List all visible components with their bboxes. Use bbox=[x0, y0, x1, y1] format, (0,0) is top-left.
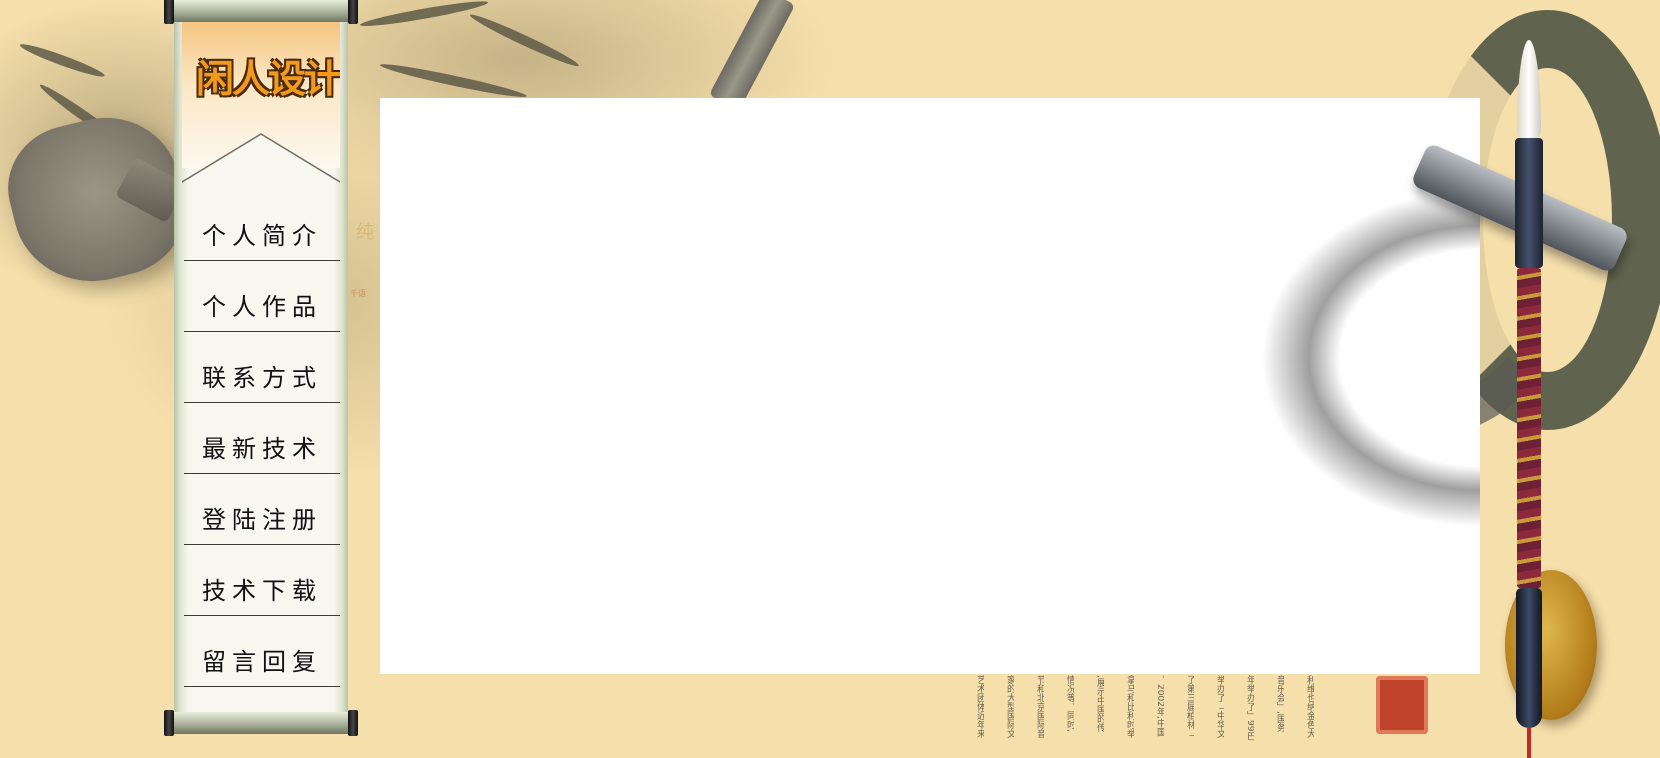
scroll-rod-top bbox=[164, 0, 358, 24]
main-content-area bbox=[380, 98, 1480, 674]
vertical-text-column: 举办了「中华文 bbox=[1215, 675, 1224, 738]
rod-cap bbox=[348, 0, 358, 24]
vertical-text-column: 家的大型国际文 bbox=[1005, 675, 1014, 738]
nav-item-label: 登陆注册 bbox=[202, 506, 322, 534]
vertical-text-column: 情况等。同时, bbox=[1065, 675, 1074, 732]
vertical-text-column: 。2002年,中国 bbox=[1155, 675, 1164, 737]
vertical-text-column: 艺术团体近年来 bbox=[975, 675, 984, 738]
vertical-text-column: 拿马和比利时举 bbox=[1125, 675, 1134, 738]
nav-item-label: 个人简介 bbox=[202, 222, 322, 250]
nav-item-downloads[interactable]: 技术下载 bbox=[184, 545, 340, 616]
nav-item-label: 最新技术 bbox=[202, 435, 322, 463]
scroll-rod-bottom bbox=[164, 710, 358, 736]
scroll-sidebar: 闲人设计 个人简介 个人作品 联系方式 最新技术 登陆注册 技术下载 留言回复 bbox=[164, 0, 358, 750]
rod-cap bbox=[164, 0, 174, 24]
background-vertical-text: 艺术团体近年来 家的大型国际文 节和北京国际音 情况等。同时, ,展示中国的传 … bbox=[975, 675, 1355, 750]
scroll-paper: 闲人设计 个人简介 个人作品 联系方式 最新技术 登陆注册 技术下载 留言回复 bbox=[174, 18, 348, 714]
ink-ring-decoration bbox=[1260, 188, 1480, 528]
brush-ferrule bbox=[1515, 138, 1543, 268]
nav-item-works[interactable]: 个人作品 bbox=[184, 261, 340, 332]
nav-menu: 个人简介 个人作品 联系方式 最新技术 登陆注册 技术下载 留言回复 bbox=[184, 193, 340, 687]
background-small-fragment: 千语 bbox=[350, 289, 366, 298]
nav-item-contact[interactable]: 联系方式 bbox=[184, 332, 340, 403]
nav-item-guestbook[interactable]: 留言回复 bbox=[184, 616, 340, 687]
brush-end bbox=[1516, 588, 1542, 728]
nav-item-label: 技术下载 bbox=[202, 577, 322, 605]
nav-item-label: 联系方式 bbox=[202, 364, 322, 392]
vertical-text-column: ,展示中国的传 bbox=[1095, 675, 1104, 732]
brush-cord bbox=[1527, 728, 1531, 758]
nav-item-label: 个人作品 bbox=[202, 293, 322, 321]
chevron-divider-icon bbox=[182, 133, 340, 183]
red-seal-stamp bbox=[1376, 676, 1428, 734]
nav-item-latest-tech[interactable]: 最新技术 bbox=[184, 403, 340, 474]
rod-cap bbox=[164, 710, 174, 736]
nav-item-profile[interactable]: 个人简介 bbox=[184, 193, 340, 261]
site-logo: 闲人设计 bbox=[196, 57, 340, 101]
vertical-text-column: 年举办了」99巴 bbox=[1245, 675, 1254, 741]
brush-handle bbox=[1517, 268, 1541, 588]
vertical-text-column: 节和北京国际音 bbox=[1035, 675, 1044, 738]
rod-cap bbox=[348, 710, 358, 736]
background-heading-fragment: 纯 bbox=[356, 222, 374, 243]
nav-item-login-register[interactable]: 登陆注册 bbox=[184, 474, 340, 545]
vertical-text-column: 了第三届柏林「 bbox=[1185, 675, 1194, 738]
vertical-text-column: 音乐会」,国务 bbox=[1275, 675, 1284, 732]
calligraphy-brush-image bbox=[1512, 40, 1546, 758]
nav-item-label: 留言回复 bbox=[202, 648, 322, 676]
brush-tip bbox=[1517, 40, 1541, 140]
vertical-text-column: 利维也纳金色大 bbox=[1305, 675, 1314, 738]
